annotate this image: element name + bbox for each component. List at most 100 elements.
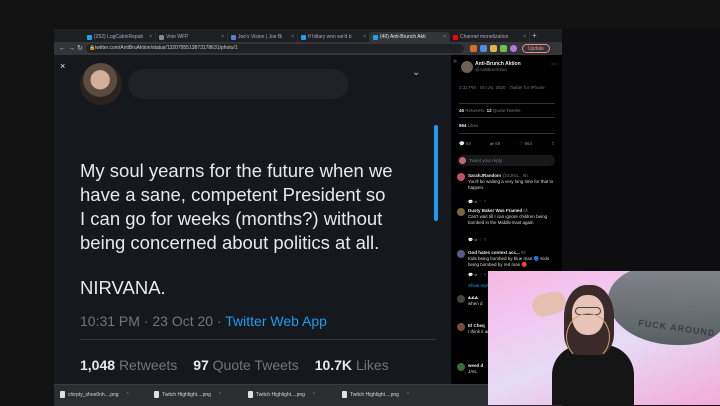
reply-count: 54 (465, 141, 471, 146)
tab-4[interactable]: If hillary won we'd b × (298, 32, 370, 42)
streamer-hand (529, 288, 569, 320)
sidebar-stats-likes[interactable]: 864 Likes (459, 123, 478, 128)
avatar (457, 173, 465, 181)
update-button[interactable]: Update (522, 44, 550, 53)
tweet-stats: 1,048 Retweets 97 Quote Tweets 10.7K Lik… (80, 357, 389, 373)
file-icon (248, 391, 253, 398)
retweets-count: 46 (459, 108, 465, 113)
tweet-meta: 10:31 PM · 23 Oct 20 · Twitter Web App (80, 313, 327, 329)
url-text: twitter.com/AntiBruAktion/status/1320795… (95, 45, 238, 51)
back-icon[interactable]: ← (59, 45, 66, 52)
reply-placeholder: Tweet your reply (469, 158, 503, 163)
extension-icon[interactable] (500, 45, 507, 52)
reply-name: El Cheq (468, 323, 485, 328)
chevron-up-icon[interactable]: ⌃ (312, 392, 316, 398)
quotes-stat[interactable]: 97 Quote Tweets (193, 357, 299, 373)
file-icon (60, 391, 65, 398)
tab-label: (40) Anti-Brunch Akti (380, 34, 426, 40)
author-avatar[interactable] (80, 63, 122, 105)
reply-actions[interactable]: 💬 ⇄ ♡ ⇪ (468, 199, 487, 204)
tab-bar: (252) LogCabinRepub × Vote WFP × Joe's Vis… (54, 29, 562, 42)
headphones (566, 313, 610, 361)
tab-6[interactable]: Channel monetization × (450, 32, 530, 42)
tab-5-active[interactable]: (40) Anti-Brunch Akti × (370, 32, 450, 42)
author-handle[interactable]: @AntiBruAktion (475, 67, 507, 72)
profile-icon[interactable] (510, 45, 517, 52)
quotes-count: 97 (193, 357, 209, 373)
avatar (457, 208, 465, 216)
close-icon[interactable]: × (443, 34, 446, 40)
source-link[interactable]: Twitter Web App (225, 313, 327, 329)
reply-name: SarahJRandom (468, 173, 502, 178)
retweet-count: 68 (495, 141, 501, 146)
tab-2[interactable]: Vote WFP × (156, 32, 228, 42)
extension-icon[interactable] (480, 45, 487, 52)
retweets-stat[interactable]: 1,048 Retweets (80, 357, 177, 373)
tweet-text: My soul yearns for the future when we ha… (80, 159, 440, 300)
like-button[interactable]: ♡ 864 (519, 141, 532, 147)
sidebar-stats-rt[interactable]: 46 Retweets 12 Quote Tweets (459, 108, 521, 113)
reply-name: God hates context acc... (468, 250, 520, 255)
url-field[interactable]: 🔒 twitter.com/AntiBruAktion/status/132079… (86, 44, 464, 53)
close-icon[interactable]: × (149, 34, 152, 40)
collapse-icon[interactable]: » (453, 58, 457, 65)
page-icon (231, 34, 236, 40)
tab-label: (252) LogCabinRepub (94, 34, 144, 40)
tweet-line: have a sane, competent President so (80, 184, 386, 205)
reply-item[interactable]: SarahJRandom @SJRa... 6h You'll be waiti… (457, 173, 557, 209)
close-icon[interactable]: × (60, 61, 65, 71)
likes-count: 10.7K (314, 357, 353, 373)
chevron-up-icon[interactable]: ⌃ (218, 392, 222, 398)
chevron-up-icon[interactable]: ⌃ (126, 392, 130, 398)
reload-icon[interactable]: ↻ (77, 45, 83, 52)
quotes-count: 12 (486, 108, 492, 113)
download-item[interactable]: chirpty_shoe0nh....png ⌃ (60, 391, 130, 398)
close-icon[interactable]: × (363, 34, 366, 40)
close-icon[interactable]: × (291, 34, 294, 40)
page-icon (159, 34, 164, 40)
tweet-line: NIRVANA. (80, 277, 166, 298)
chevron-down-icon[interactable]: ⌄ (412, 67, 420, 78)
tab-label: Vote WFP (166, 34, 189, 40)
more-icon[interactable]: ⋯ (551, 61, 557, 68)
sidebar-action-bar: 💬 54 ⇄ 68 ♡ 864 ⇪ (459, 141, 555, 147)
reply-age: 6h (522, 173, 528, 178)
tab-label: If hillary won we'd b (308, 34, 352, 40)
divider (459, 103, 555, 104)
close-icon[interactable]: × (221, 34, 224, 40)
extension-icon[interactable] (490, 45, 497, 52)
reply-item[interactable]: Dusty Baker Was Framed 6h Can't wait til… (457, 208, 557, 248)
reply-button[interactable]: 💬 54 (459, 141, 471, 147)
timestamp[interactable]: 10:31 PM · 23 Oct 20 · (80, 313, 225, 329)
download-item[interactable]: Twitch Highlight....png ⌃ (248, 391, 316, 398)
reply-name: Dusty Baker Was Framed (468, 208, 523, 213)
divider (459, 117, 555, 118)
author-avatar[interactable] (461, 61, 473, 73)
close-icon[interactable]: × (523, 34, 526, 40)
download-label: Twitch Highlight....png (256, 391, 305, 398)
extension-icon[interactable] (470, 45, 477, 52)
avatar (459, 157, 466, 164)
tab-3[interactable]: Joe's Vision | Joe Bi × (228, 32, 298, 42)
reply-handle: @SJRa... (502, 173, 522, 178)
tweet-line: My soul yearns for the future when we (80, 160, 393, 181)
tweet-viewer: × ⌄ My soul yearns for the future when w… (54, 55, 451, 379)
reply-age: 6h (523, 208, 529, 213)
redacted-author-name (128, 69, 348, 99)
quotes-label: Quote Tweets (212, 357, 299, 373)
tab-1[interactable]: (252) LogCabinRepub × (84, 32, 156, 42)
share-icon[interactable]: ⇪ (551, 141, 555, 147)
avatar (457, 363, 465, 371)
new-tab-button[interactable]: + (532, 31, 537, 40)
quotes-label: Quote Tweets (492, 108, 521, 113)
reply-actions[interactable]: 💬 ⇄ ♡ ⇪ (468, 272, 487, 277)
chevron-up-icon[interactable]: ⌃ (406, 392, 410, 398)
download-item[interactable]: Twitch Highlight....png ⌃ (154, 391, 222, 398)
reply-input[interactable]: Tweet your reply (457, 155, 555, 166)
forward-icon[interactable]: → (68, 45, 75, 52)
reply-actions[interactable]: 💬 ⇄ ♡ ⇪ (468, 237, 487, 242)
download-item[interactable]: Twitch Highlight....png ⌃ (342, 391, 410, 398)
retweet-button[interactable]: ⇄ 68 (490, 141, 500, 147)
sidebar-timestamp: 2:32 PM · Oct 26, 2020 · Twitter for iPh… (459, 85, 545, 90)
likes-stat[interactable]: 10.7K Likes (315, 357, 389, 373)
